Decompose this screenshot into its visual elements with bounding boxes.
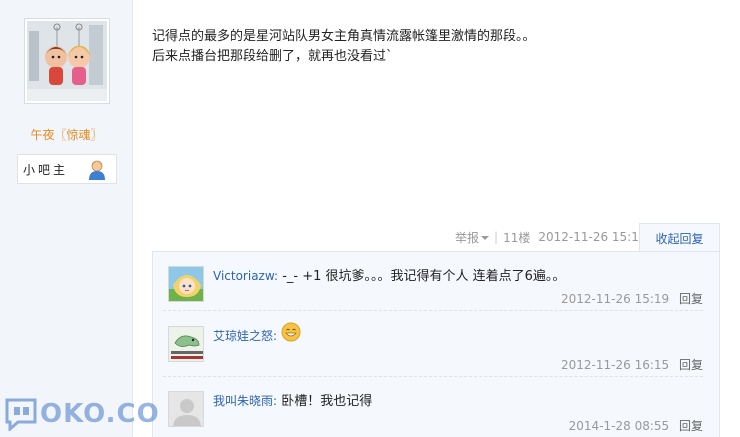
- replies-panel: Victoriazw: -_- +1 很坑爹。。。我记得有个人 连着点了6遍。。…: [152, 251, 720, 437]
- reply-button[interactable]: 回复: [679, 419, 703, 433]
- report-button[interactable]: 举报: [455, 229, 490, 246]
- floor-number: 11楼: [503, 230, 531, 245]
- post-timestamp: 2012-11-26 15:13: [538, 230, 647, 244]
- reply-meta: 2014-1-28 08:55 回复: [569, 417, 703, 434]
- reply-username[interactable]: 艾琼娃之怒:: [213, 329, 277, 343]
- reply-meta: 2012-11-26 15:19 回复: [561, 290, 703, 307]
- reply-timestamp: 2012-11-26 15:19: [561, 292, 670, 306]
- reply-avatar[interactable]: [168, 266, 204, 302]
- moderator-person-icon: [89, 160, 105, 180]
- reply-text: 卧槽！我也记得: [281, 394, 373, 409]
- watermark-text: OKO.CO: [40, 399, 160, 429]
- post-tail: 举报 | 11楼 2012-11-26 15:13: [455, 229, 646, 245]
- reply-username[interactable]: 我叫朱晓雨:: [213, 394, 277, 408]
- anime-girl-avatar-picture: [169, 267, 203, 301]
- author-sidebar: 午夜〖惊魂〗 小吧主: [0, 0, 133, 437]
- reply-divider: [163, 310, 703, 311]
- reply-username[interactable]: Victoriazw:: [213, 269, 278, 283]
- chevron-down-icon: [481, 236, 490, 240]
- author-name[interactable]: 午夜〖惊魂〗: [0, 126, 133, 143]
- role-badge-label: 小吧主: [23, 162, 69, 177]
- reply-button[interactable]: 回复: [679, 358, 703, 372]
- collapse-replies-button[interactable]: 收起回复: [639, 223, 720, 252]
- reply-button[interactable]: 回复: [679, 292, 703, 306]
- reply-text: -_- +1 很坑爹。。。我记得有个人 连着点了6遍。。: [282, 269, 566, 284]
- doll-keychain-picture: [27, 21, 107, 101]
- author-avatar[interactable]: [24, 18, 110, 104]
- post-line-1: 记得点的最多的是星河站队男女主角真情流露帐篷里激情的那段。。: [152, 29, 536, 44]
- reply-timestamp: 2012-11-26 16:15: [561, 358, 670, 372]
- default-user-avatar-icon: [169, 392, 203, 426]
- grinning-face-emoji-icon: [281, 322, 301, 341]
- report-label: 举报: [455, 230, 480, 245]
- watermark: OKO.CO: [4, 396, 160, 432]
- chat-bubble-logo-icon: [5, 398, 37, 431]
- reply-meta: 2012-11-26 16:15 回复: [561, 356, 703, 373]
- reply-body: Victoriazw: -_- +1 很坑爹。。。我记得有个人 连着点了6遍。。: [213, 266, 703, 287]
- post-content: 记得点的最多的是星河站队男女主角真情流露帐篷里激情的那段。。 后来点播台把那段给…: [152, 27, 712, 67]
- reply-body: 艾琼娃之怒:: [213, 322, 703, 347]
- reply-avatar[interactable]: [168, 326, 204, 362]
- reply-timestamp: 2014-1-28 08:55: [568, 419, 670, 433]
- author-avatar-image: [27, 21, 107, 101]
- post-line-2: 后来点播台把那段给删了，就再也没看过`: [152, 49, 393, 64]
- cartoon-lizard-avatar-picture: [169, 327, 203, 361]
- separator: |: [494, 230, 499, 244]
- role-badge: 小吧主: [17, 154, 117, 184]
- reply-divider: [163, 376, 703, 377]
- reply-body: 我叫朱晓雨: 卧槽！我也记得: [213, 391, 703, 412]
- reply-avatar[interactable]: [168, 391, 204, 427]
